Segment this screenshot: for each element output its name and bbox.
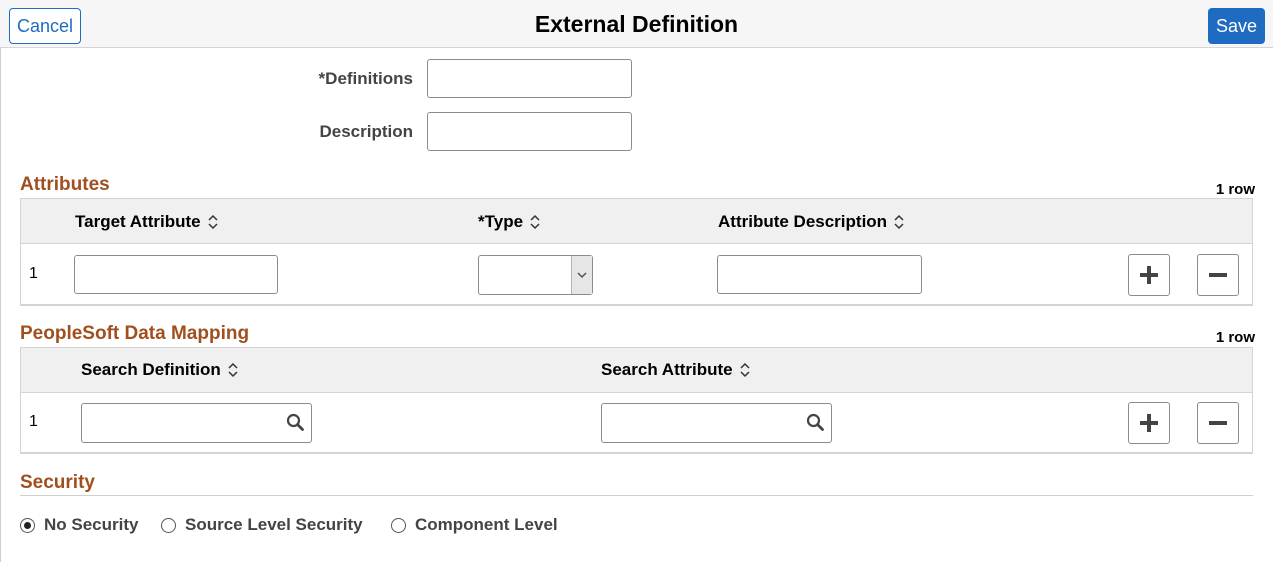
attributes-row-count: 1 row bbox=[1215, 181, 1255, 198]
col-type[interactable]: *Type bbox=[478, 212, 541, 232]
radio-label: Source Level Security bbox=[185, 515, 363, 534]
col-attribute-description[interactable]: Attribute Description bbox=[718, 212, 905, 232]
definitions-label: *Definitions bbox=[318, 69, 413, 88]
radio-component-level[interactable]: Component Level bbox=[391, 515, 558, 535]
radio-button[interactable] bbox=[391, 517, 406, 533]
radio-label: Component Level bbox=[415, 515, 558, 534]
search-attribute-field bbox=[601, 403, 832, 443]
col-type-label: *Type bbox=[478, 212, 524, 231]
search-icon[interactable] bbox=[806, 413, 824, 431]
plus-icon bbox=[1140, 414, 1158, 432]
col-target-attribute[interactable]: Target Attribute bbox=[75, 212, 219, 232]
security-divider bbox=[20, 495, 1253, 496]
sort-icon bbox=[894, 214, 904, 230]
dropdown-arrow bbox=[571, 256, 592, 294]
search-attribute-input[interactable] bbox=[601, 403, 832, 443]
col-search-attribute-label: Search Attribute bbox=[601, 360, 733, 379]
col-attribute-description-label: Attribute Description bbox=[718, 212, 888, 231]
radio-button[interactable] bbox=[20, 517, 35, 533]
radio-source-level-security[interactable]: Source Level Security bbox=[161, 515, 363, 535]
delete-row-button[interactable] bbox=[1197, 254, 1239, 296]
sort-icon bbox=[228, 362, 238, 378]
description-input[interactable] bbox=[427, 112, 632, 151]
type-select[interactable] bbox=[478, 255, 593, 295]
col-search-definition-label: Search Definition bbox=[81, 360, 221, 379]
chevron-down-icon bbox=[577, 271, 587, 278]
add-row-button[interactable] bbox=[1128, 402, 1170, 444]
radio-label: No Security bbox=[44, 515, 139, 534]
col-search-attribute[interactable]: Search Attribute bbox=[601, 360, 751, 380]
attributes-section-title: Attributes bbox=[20, 174, 110, 195]
row-number: 1 bbox=[29, 265, 38, 282]
sort-icon bbox=[208, 214, 218, 230]
col-target-attribute-label: Target Attribute bbox=[75, 212, 201, 231]
radio-no-security[interactable]: No Security bbox=[20, 515, 138, 535]
add-row-button[interactable] bbox=[1128, 254, 1170, 296]
minus-icon bbox=[1209, 421, 1227, 425]
row-number: 1 bbox=[29, 413, 38, 430]
left-border bbox=[0, 48, 1, 562]
sort-icon bbox=[530, 214, 540, 230]
radio-button[interactable] bbox=[161, 517, 176, 533]
mapping-row-count: 1 row bbox=[1215, 329, 1255, 346]
sort-icon bbox=[740, 362, 750, 378]
description-label: Description bbox=[319, 122, 413, 141]
search-definition-input[interactable] bbox=[81, 403, 312, 443]
target-attribute-input[interactable] bbox=[74, 255, 278, 294]
attribute-description-input[interactable] bbox=[717, 255, 922, 294]
save-button[interactable]: Save bbox=[1208, 8, 1265, 44]
mapping-section-title: PeopleSoft Data Mapping bbox=[20, 323, 250, 344]
definitions-input[interactable] bbox=[427, 59, 632, 98]
delete-row-button[interactable] bbox=[1197, 402, 1239, 444]
col-search-definition[interactable]: Search Definition bbox=[81, 360, 239, 380]
security-section-title: Security bbox=[20, 472, 95, 493]
minus-icon bbox=[1209, 273, 1227, 277]
page-title: External Definition bbox=[534, 11, 739, 37]
search-definition-field bbox=[81, 403, 312, 443]
search-icon[interactable] bbox=[286, 413, 304, 431]
plus-icon bbox=[1140, 266, 1158, 284]
